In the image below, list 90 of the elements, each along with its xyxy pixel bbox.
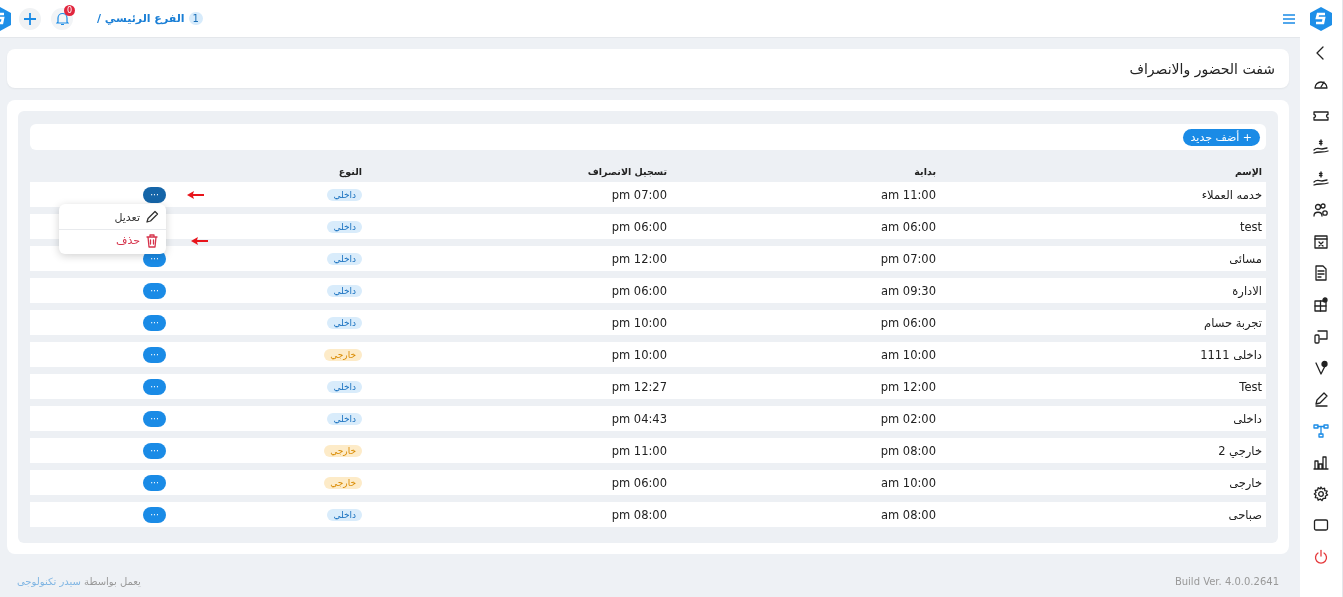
actions-button[interactable]: ···	[143, 474, 166, 491]
type-tag: خارجي	[324, 444, 362, 457]
table-cell-text: خدمه العملاء	[1200, 187, 1262, 202]
table-cell-text: pm 06:00	[610, 283, 667, 298]
branch-count: 1	[188, 12, 203, 25]
column-header: تسجيل الانصراف	[586, 166, 667, 177]
add-button[interactable]: + أضف جديد	[1182, 128, 1260, 146]
type-tag: داخلي	[327, 316, 362, 329]
page-title: شفت الحضور والانصراف	[1129, 60, 1275, 77]
bell-icon	[55, 11, 69, 26]
table-cell-text: صباحى	[1227, 507, 1262, 522]
users-gear-icon	[1313, 202, 1329, 219]
calendar-x-icon	[1313, 233, 1329, 250]
type-tag: داخلي	[327, 284, 362, 297]
table-cell-text: pm 12:27	[610, 379, 667, 394]
hand-dollar-icon	[1313, 139, 1329, 156]
table-cell-text: pm 08:00	[879, 443, 936, 458]
add-icon-button[interactable]	[19, 7, 41, 30]
hand-dollar-icon	[1313, 170, 1329, 187]
table-cell-text: am 10:00	[879, 475, 936, 490]
menu-item[interactable]: تعديل	[59, 205, 166, 229]
logo-icon	[1309, 5, 1333, 32]
table-cell-text: pm 07:00	[610, 187, 667, 202]
settings-icon	[1313, 485, 1329, 502]
type-tag: داخلي	[327, 252, 362, 265]
menu-button[interactable]	[1281, 11, 1297, 26]
table-cell-text: pm 10:00	[610, 347, 667, 362]
table-cell-text: مسائى	[1228, 251, 1262, 266]
table-cell-text: am 10:00	[879, 347, 936, 362]
boxes-icon	[1313, 296, 1329, 313]
device-icon	[1313, 328, 1329, 345]
monitor-icon	[1313, 517, 1329, 534]
table-cell-text: pm 07:00	[879, 251, 936, 266]
table-cell-text: am 08:00	[879, 507, 936, 522]
table-cell-text: داخلى 1111	[1199, 347, 1262, 362]
trash-icon	[144, 232, 160, 249]
type-tag: داخلي	[327, 220, 362, 233]
actions-button[interactable]: ···	[143, 442, 166, 459]
bar-chart-icon	[1313, 454, 1329, 471]
table-cell-text: pm 02:00	[879, 411, 936, 426]
table-cell-text: pm 12:00	[610, 251, 667, 266]
table-cell-text: الادارة	[1231, 283, 1262, 298]
hierarchy-icon	[1313, 422, 1329, 439]
column-header: الإسم	[1233, 166, 1262, 177]
actions-button[interactable]: ···	[143, 282, 166, 299]
table-cell-text: test	[1238, 219, 1262, 234]
actions-button[interactable]: ···	[143, 314, 166, 331]
actions-button[interactable]: ···	[143, 378, 166, 395]
table-cell-text: خارجى	[1228, 475, 1262, 490]
table-cell-text: pm 12:00	[879, 379, 936, 394]
table-cell-text: pm 06:00	[610, 475, 667, 490]
pen-check-icon	[1313, 359, 1329, 376]
table-cell-text: am 11:00	[879, 187, 936, 202]
actions-button[interactable]: ···	[143, 506, 166, 523]
annotation-arrow-icon	[187, 190, 204, 199]
table-cell-text: am 09:30	[879, 283, 936, 298]
notifications-button[interactable]: 0	[51, 7, 73, 30]
column-header: النوع	[337, 166, 362, 177]
table-cell-text: pm 10:00	[610, 315, 667, 330]
power-icon	[1313, 548, 1329, 565]
type-tag: داخلي	[327, 508, 362, 521]
table-cell-text: pm 11:00	[610, 443, 667, 458]
powered-by-text: يعمل بواسطة سيدر تكنولوجى	[17, 576, 141, 587]
table-cell-text: Test	[1238, 379, 1262, 394]
type-tag: داخلي	[327, 380, 362, 393]
table-cell-text: pm 06:00	[879, 315, 936, 330]
annotation-arrow-icon	[191, 236, 208, 245]
type-tag: داخلي	[327, 188, 362, 201]
branch-link[interactable]: الفرع الرئيسي /	[97, 12, 185, 25]
type-tag: خارجي	[324, 476, 362, 489]
table-cell-text: am 06:00	[879, 219, 936, 234]
table-cell-text: pm 04:43	[610, 411, 667, 426]
plus-icon	[23, 11, 37, 26]
table-cell-text: pm 08:00	[610, 507, 667, 522]
actions-button[interactable]: ···	[143, 186, 166, 203]
pencil-icon	[144, 209, 160, 226]
table-cell-text: pm 06:00	[610, 219, 667, 234]
menu-icon	[1283, 13, 1295, 24]
table-cell-text: خارجي 2	[1217, 443, 1262, 458]
table-cell-text: داخلى	[1232, 411, 1262, 426]
actions-button[interactable]: ···	[143, 346, 166, 363]
actions-button[interactable]: ···	[143, 410, 166, 427]
build-version: Build Ver. 4.0.0.2641	[1174, 576, 1279, 587]
pen-icon	[1313, 391, 1329, 408]
notification-count: 0	[64, 4, 75, 16]
type-tag: خارجي	[324, 348, 362, 361]
table-cell-text: تجربة حسام	[1203, 315, 1262, 330]
document-icon	[1313, 265, 1329, 282]
column-header: بداية	[913, 166, 936, 177]
type-tag: داخلي	[327, 412, 362, 425]
